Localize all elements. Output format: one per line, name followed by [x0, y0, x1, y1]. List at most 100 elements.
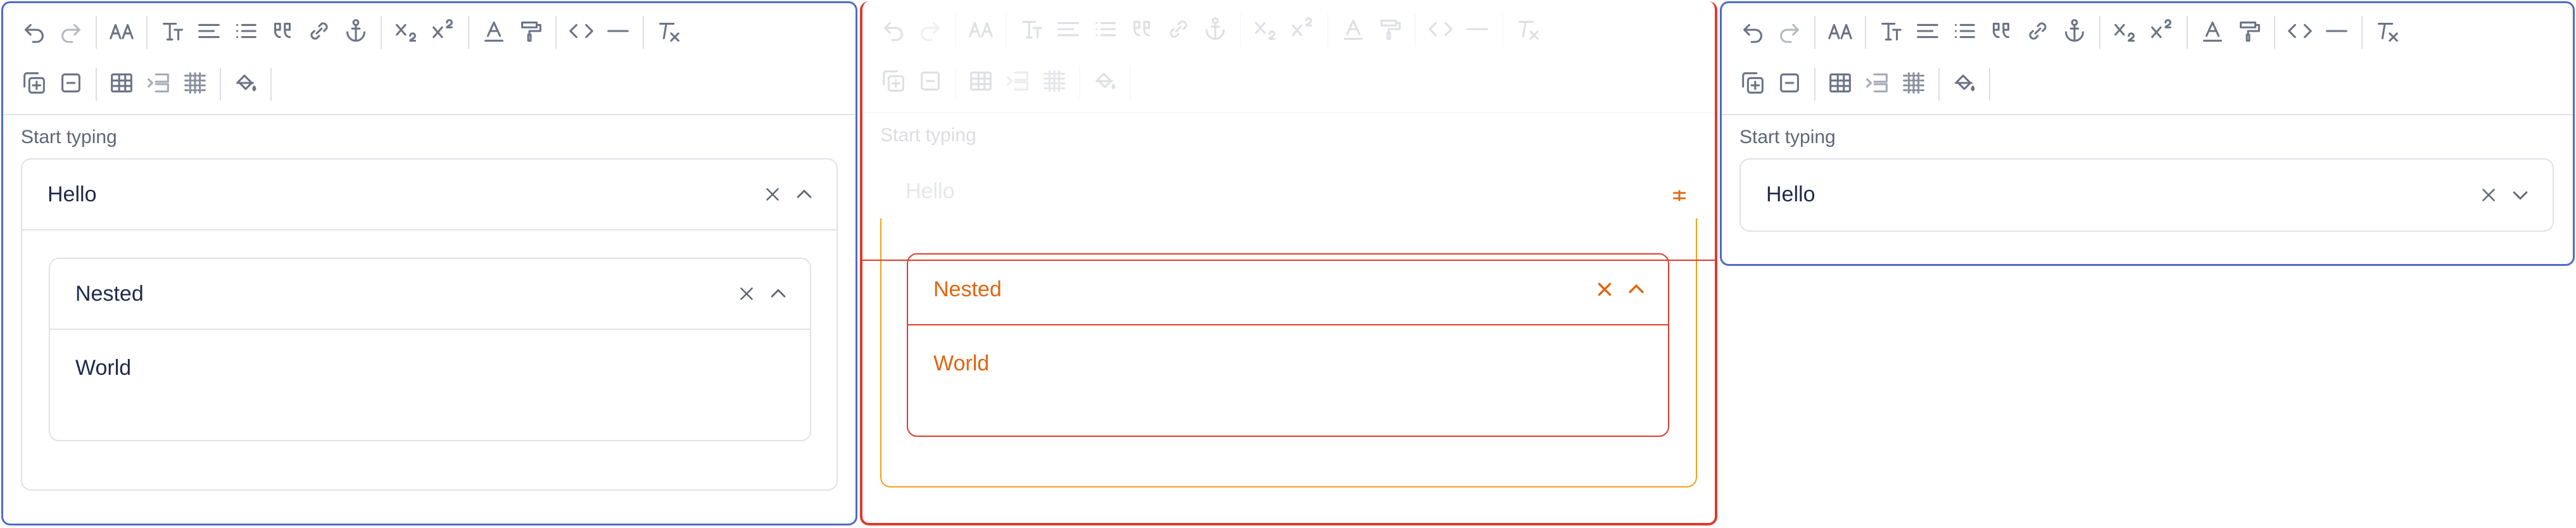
clear-format-button[interactable]: [1510, 10, 1546, 51]
bullet-list-button[interactable]: [227, 12, 264, 53]
code-icon: [2285, 16, 2314, 49]
table-grid-button[interactable]: [1036, 62, 1073, 103]
remove-block-button[interactable]: [53, 64, 89, 104]
horizontal-rule-button[interactable]: [600, 12, 636, 53]
clear-icon[interactable]: [1589, 273, 1620, 305]
anchor-button[interactable]: [2056, 12, 2093, 53]
add-block-button[interactable]: [1734, 64, 1771, 104]
insert-row-button[interactable]: [140, 64, 177, 104]
subscript-button[interactable]: [1247, 10, 1284, 51]
superscript-icon: [2147, 16, 2176, 49]
font-size-button[interactable]: [103, 12, 140, 53]
table-grid-button[interactable]: [177, 64, 213, 104]
horizontal-rule-button[interactable]: [2318, 12, 2355, 53]
chevron-up-icon[interactable]: [762, 278, 794, 310]
table-grid-button[interactable]: [1895, 64, 1932, 104]
toolbar-separator: [1240, 14, 1241, 47]
table-grid-icon: [180, 68, 210, 101]
align-button[interactable]: [1909, 12, 1946, 53]
subscript-button[interactable]: [388, 12, 425, 53]
undo-icon: [1738, 16, 1767, 49]
redo-button[interactable]: [912, 10, 949, 51]
outer-select[interactable]: Hello: [1739, 158, 2554, 232]
link-button[interactable]: [2019, 12, 2056, 53]
undo-button[interactable]: [875, 10, 912, 51]
fill-color-button[interactable]: [1946, 64, 1983, 104]
add-block-button[interactable]: [16, 64, 53, 104]
outer-select[interactable]: Hello Nested World: [21, 158, 838, 491]
toolbar-separator: [1814, 16, 1815, 49]
highlight-button[interactable]: [512, 12, 549, 53]
clear-icon[interactable]: [731, 278, 762, 310]
table-button[interactable]: [103, 64, 140, 104]
code-button[interactable]: [1422, 10, 1459, 51]
chevron-up-icon[interactable]: [788, 179, 820, 210]
outer-select-header[interactable]: Hello: [1741, 160, 2553, 229]
superscript-button[interactable]: [1284, 10, 1321, 51]
text-color-button[interactable]: [2194, 12, 2231, 53]
bullet-list-button[interactable]: [1946, 12, 1983, 53]
font-size-button[interactable]: [963, 10, 999, 51]
add-block-icon: [1738, 68, 1767, 101]
anchor-button[interactable]: [338, 12, 374, 53]
remove-block-button[interactable]: [912, 62, 949, 103]
horizontal-rule-button[interactable]: [1459, 10, 1496, 51]
nested-select-header[interactable]: Nested: [50, 259, 810, 330]
outer-select-header[interactable]: Hello: [22, 160, 837, 230]
undo-button[interactable]: [1734, 12, 1771, 53]
text-color-button[interactable]: [1335, 10, 1372, 51]
quote-button[interactable]: [264, 12, 301, 53]
highlight-button[interactable]: [2231, 12, 2268, 53]
fill-color-button[interactable]: [1087, 62, 1123, 103]
chevron-down-icon[interactable]: [2504, 179, 2536, 211]
clear-icon[interactable]: [757, 179, 788, 210]
quote-button[interactable]: [1983, 12, 2019, 53]
anchor-button[interactable]: [1197, 10, 1234, 51]
redo-button[interactable]: [53, 12, 89, 53]
nested-select[interactable]: Nested World: [49, 258, 811, 441]
clear-format-button[interactable]: [2369, 12, 2406, 53]
insert-row-button[interactable]: [999, 62, 1036, 103]
toolbar-separator: [643, 16, 644, 49]
heading-icon: [1017, 15, 1046, 47]
add-block-button[interactable]: [875, 62, 912, 103]
quote-button[interactable]: [1123, 10, 1160, 51]
clear-format-icon: [654, 16, 683, 49]
table-icon: [1826, 68, 1855, 101]
nested-select-ghost[interactable]: Nested World: [907, 253, 1669, 437]
code-button[interactable]: [2282, 12, 2318, 53]
font-size-button[interactable]: [1822, 12, 1859, 53]
fill-color-button[interactable]: [227, 64, 264, 104]
redo-button[interactable]: [1771, 12, 1808, 53]
align-button[interactable]: [1050, 10, 1087, 51]
undo-button[interactable]: [16, 12, 53, 53]
heading-button[interactable]: [1872, 12, 1909, 53]
clear-format-button[interactable]: [650, 12, 687, 53]
insert-row-button[interactable]: [1859, 64, 1895, 104]
heading-button[interactable]: [154, 12, 191, 53]
superscript-button[interactable]: [2144, 12, 2180, 53]
superscript-button[interactable]: [425, 12, 462, 53]
toolbar-separator: [381, 16, 382, 49]
chevron-up-icon[interactable]: [1620, 273, 1652, 305]
subscript-button[interactable]: [2107, 12, 2144, 53]
highlight-button[interactable]: [1372, 10, 1408, 51]
heading-icon: [1876, 16, 1905, 49]
text-color-button[interactable]: [476, 12, 512, 53]
align-button[interactable]: [191, 12, 227, 53]
code-icon: [1426, 15, 1455, 47]
drag-handle-icon[interactable]: [1664, 180, 1695, 211]
nested-select-header-ghost[interactable]: Nested: [908, 255, 1668, 325]
code-button[interactable]: [563, 12, 600, 53]
link-button[interactable]: [1160, 10, 1197, 51]
remove-block-button[interactable]: [1771, 64, 1808, 104]
clear-icon[interactable]: [2473, 179, 2504, 211]
heading-button[interactable]: [1013, 10, 1050, 51]
table-button[interactable]: [1822, 64, 1859, 104]
outer-select-value: Hello: [47, 182, 97, 206]
table-button[interactable]: [963, 62, 999, 103]
link-button[interactable]: [301, 12, 338, 53]
subscript-icon: [392, 16, 421, 49]
bullet-list-button[interactable]: [1087, 10, 1123, 51]
toolbar-row-2: [16, 64, 278, 104]
